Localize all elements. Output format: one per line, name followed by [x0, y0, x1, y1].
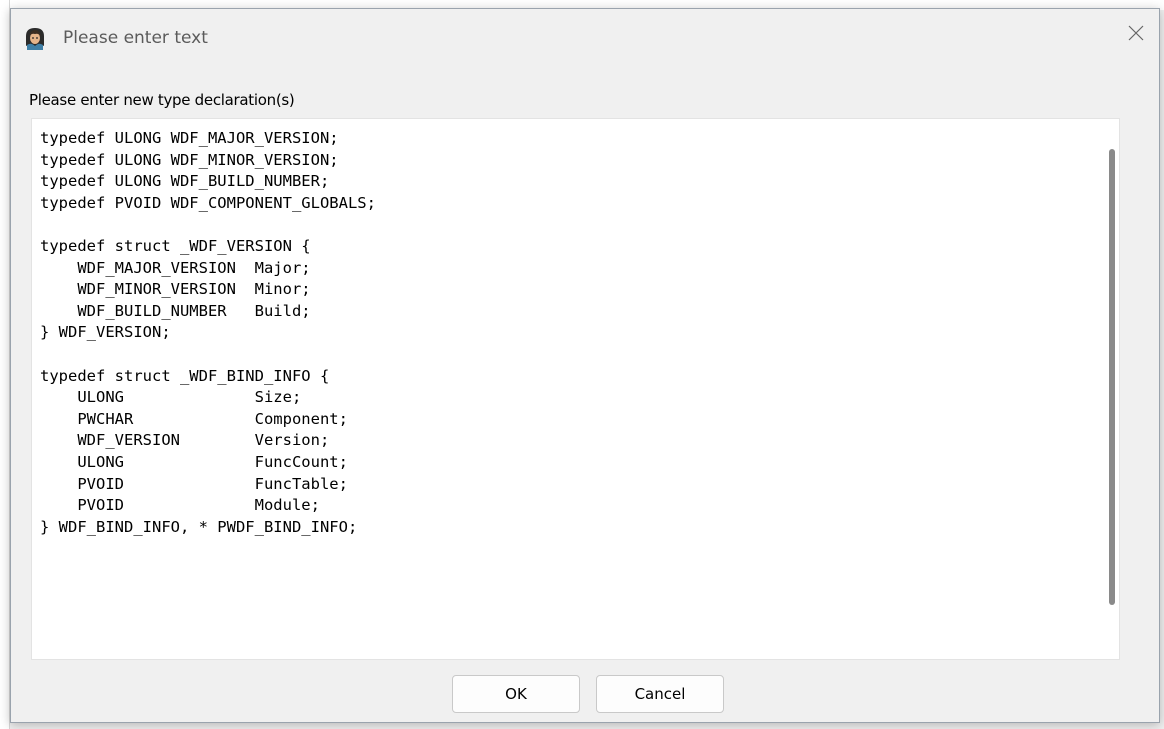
code-line: ULONG FuncCount; — [40, 452, 348, 471]
type-declaration-textarea[interactable]: typedef ULONG WDF_MAJOR_VERSION;typedef … — [31, 118, 1120, 660]
ok-button[interactable]: OK — [452, 675, 580, 713]
code-line: WDF_MAJOR_VERSION Major; — [40, 258, 311, 277]
code-line: WDF_VERSION Version; — [40, 431, 330, 450]
code-line: typedef ULONG WDF_MINOR_VERSION; — [40, 150, 339, 169]
app-avatar-icon — [23, 26, 47, 50]
code-line: PWCHAR Component; — [40, 409, 348, 428]
code-line: typedef ULONG WDF_BUILD_NUMBER; — [40, 172, 330, 191]
vertical-scrollbar[interactable] — [1109, 149, 1115, 605]
code-text: typedef ULONG WDF_MAJOR_VERSION;typedef … — [40, 128, 376, 538]
dialog-title: Please enter text — [63, 28, 208, 48]
prompt-label: Please enter new type declaration(s) — [29, 91, 295, 109]
code-line: typedef ULONG WDF_MAJOR_VERSION; — [40, 129, 339, 147]
enter-text-dialog: Please enter text Please enter new type … — [10, 8, 1160, 723]
cancel-button[interactable]: Cancel — [596, 675, 724, 713]
code-line: typedef struct _WDF_BIND_INFO { — [40, 366, 330, 385]
close-icon — [1128, 25, 1144, 46]
background-window-edge — [0, 0, 10, 729]
code-line: typedef struct _WDF_VERSION { — [40, 236, 311, 255]
dialog-titlebar[interactable]: Please enter text — [11, 9, 1159, 65]
code-line: } WDF_BIND_INFO, * PWDF_BIND_INFO; — [40, 517, 358, 536]
close-button[interactable] — [1113, 9, 1159, 61]
code-line: } WDF_VERSION; — [40, 323, 171, 342]
code-line: typedef PVOID WDF_COMPONENT_GLOBALS; — [40, 193, 376, 212]
code-line: WDF_MINOR_VERSION Minor; — [40, 280, 311, 299]
code-line: ULONG Size; — [40, 388, 302, 407]
code-line: WDF_BUILD_NUMBER Build; — [40, 301, 311, 320]
code-line: PVOID Module; — [40, 496, 320, 515]
code-line: PVOID FuncTable; — [40, 474, 348, 493]
